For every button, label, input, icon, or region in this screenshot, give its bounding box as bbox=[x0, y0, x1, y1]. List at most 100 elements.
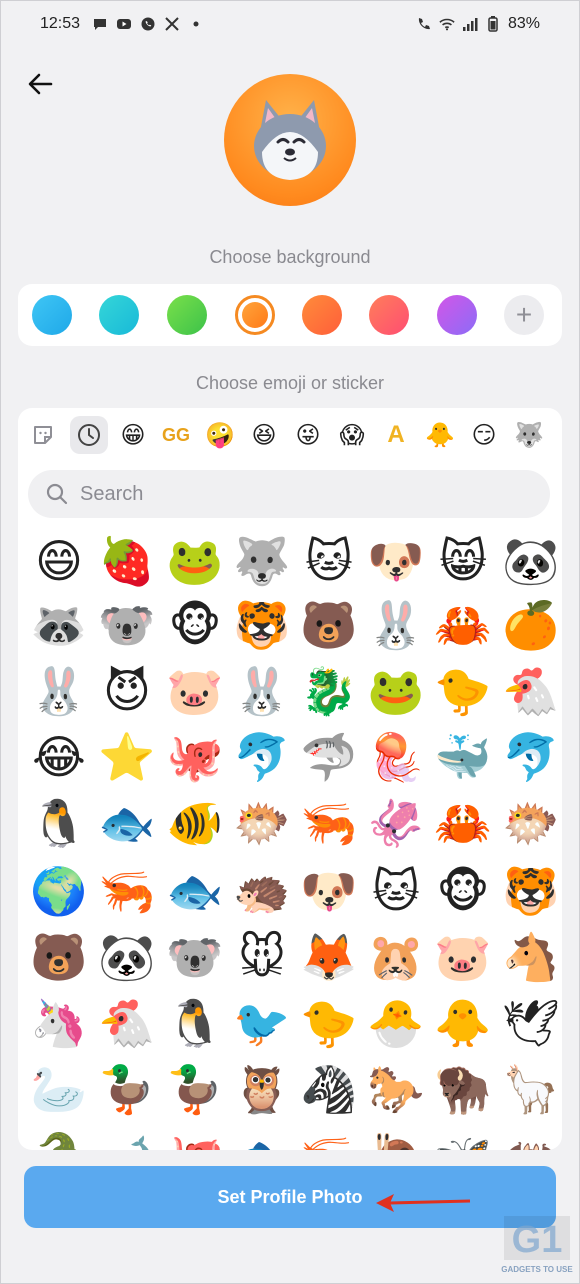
emoji-sticker-item[interactable]: 🐳 bbox=[432, 726, 494, 788]
tab-pack-8[interactable]: 🐥 bbox=[421, 416, 459, 454]
tab-pack-3[interactable]: 🤪 bbox=[201, 416, 239, 454]
emoji-sticker-item[interactable]: 🐷 bbox=[164, 660, 226, 722]
tab-pack-6[interactable]: 😱 bbox=[333, 416, 371, 454]
emoji-sticker-item[interactable]: 🐔 bbox=[96, 992, 158, 1054]
emoji-sticker-item[interactable]: 🐺 bbox=[231, 530, 293, 592]
tab-pack-1[interactable]: 😁 bbox=[114, 416, 152, 454]
emoji-sticker-item[interactable]: 🐧 bbox=[28, 792, 90, 854]
emoji-sticker-item[interactable]: 🦐 bbox=[298, 792, 360, 854]
emoji-sticker-item[interactable]: 🦀 bbox=[432, 792, 494, 854]
emoji-sticker-item[interactable]: 🦊 bbox=[298, 926, 360, 988]
emoji-sticker-item[interactable]: 🐌 bbox=[365, 1126, 427, 1150]
emoji-sticker-item[interactable]: 🦀 bbox=[432, 594, 494, 656]
emoji-sticker-item[interactable]: 😄 bbox=[28, 530, 90, 592]
emoji-sticker-item[interactable]: 🦄 bbox=[28, 992, 90, 1054]
add-background-button[interactable]: + bbox=[504, 295, 544, 335]
emoji-sticker-item[interactable]: 🐎 bbox=[365, 1058, 427, 1120]
emoji-sticker-item[interactable]: 🐣 bbox=[365, 992, 427, 1054]
tab-pack-10[interactable]: 🐺 bbox=[510, 416, 548, 454]
emoji-sticker-item[interactable]: 😂 bbox=[28, 726, 90, 788]
emoji-sticker-item[interactable]: ⭐ bbox=[96, 726, 158, 788]
emoji-sticker-item[interactable]: 🍊 bbox=[500, 594, 562, 656]
emoji-sticker-item[interactable]: 🐔 bbox=[500, 660, 562, 722]
emoji-sticker-item[interactable]: 🐡 bbox=[231, 792, 293, 854]
emoji-sticker-item[interactable]: 🐤 bbox=[298, 992, 360, 1054]
tab-pack-9[interactable]: 😏 bbox=[465, 416, 503, 454]
emoji-sticker-item[interactable]: 🐷 bbox=[432, 926, 494, 988]
emoji-sticker-item[interactable]: 🐤 bbox=[432, 660, 494, 722]
emoji-sticker-item[interactable]: 🐥 bbox=[432, 992, 494, 1054]
emoji-sticker-item[interactable]: 🦐 bbox=[96, 860, 158, 922]
emoji-sticker-item[interactable]: 🐻 bbox=[298, 594, 360, 656]
emoji-sticker-item[interactable]: 🐶 bbox=[365, 530, 427, 592]
emoji-sticker-item[interactable]: 🦓 bbox=[298, 1058, 360, 1120]
emoji-sticker-item[interactable]: 🐟 bbox=[164, 860, 226, 922]
emoji-sticker-item[interactable]: 🐰 bbox=[28, 660, 90, 722]
background-swatch-red-orange[interactable] bbox=[302, 295, 342, 335]
emoji-sticker-item[interactable]: 🍓 bbox=[96, 530, 158, 592]
emoji-sticker-item[interactable]: 🪼 bbox=[365, 726, 427, 788]
emoji-sticker-item[interactable]: 🐦 bbox=[231, 992, 293, 1054]
emoji-sticker-item[interactable]: 🐨 bbox=[164, 926, 226, 988]
emoji-sticker-item[interactable]: 🐻 bbox=[28, 926, 90, 988]
emoji-sticker-item[interactable]: 🦙 bbox=[500, 1058, 562, 1120]
emoji-sticker-item[interactable]: 🐰 bbox=[365, 594, 427, 656]
emoji-sticker-item[interactable]: 🦬 bbox=[432, 1058, 494, 1120]
emoji-sticker-item[interactable]: 🐱 bbox=[365, 860, 427, 922]
emoji-sticker-item[interactable]: 🦝 bbox=[28, 594, 90, 656]
emoji-sticker-item[interactable]: 🐵 bbox=[164, 594, 226, 656]
emoji-sticker-item[interactable]: 🦆 bbox=[96, 1058, 158, 1120]
tab-recent[interactable] bbox=[70, 416, 108, 454]
emoji-sticker-item[interactable]: 🐯 bbox=[231, 594, 293, 656]
tab-pack-4[interactable]: 😆 bbox=[245, 416, 283, 454]
emoji-sticker-item[interactable]: 🕊 bbox=[500, 992, 562, 1054]
tab-stickers[interactable] bbox=[24, 416, 62, 454]
tab-pack-7[interactable]: A bbox=[377, 416, 415, 454]
emoji-sticker-item[interactable]: 🐸 bbox=[164, 530, 226, 592]
background-swatch-cyan[interactable] bbox=[99, 295, 139, 335]
emoji-sticker-item[interactable]: 🐱 bbox=[298, 530, 360, 592]
emoji-sticker-item[interactable]: 😸 bbox=[432, 530, 494, 592]
emoji-sticker-item[interactable]: 🐡 bbox=[500, 792, 562, 854]
emoji-sticker-item[interactable]: 🦔 bbox=[231, 860, 293, 922]
search-input[interactable]: Search bbox=[28, 470, 550, 518]
emoji-sticker-item[interactable]: 🐯 bbox=[500, 860, 562, 922]
emoji-sticker-item[interactable]: 🐶 bbox=[298, 860, 360, 922]
emoji-sticker-item[interactable]: 🐬 bbox=[500, 726, 562, 788]
emoji-sticker-item[interactable]: 🐟 bbox=[231, 1126, 293, 1150]
emoji-sticker-item[interactable]: 🐠 bbox=[164, 792, 226, 854]
background-swatch-purple[interactable] bbox=[437, 295, 477, 335]
emoji-sticker-item[interactable]: 🦉 bbox=[231, 1058, 293, 1120]
emoji-sticker-item[interactable]: 🐵 bbox=[432, 860, 494, 922]
emoji-sticker-item[interactable]: 🐋 bbox=[96, 1126, 158, 1150]
emoji-sticker-item[interactable]: 🦇 bbox=[500, 1126, 562, 1150]
tab-pack-5[interactable]: 😜 bbox=[289, 416, 327, 454]
emoji-sticker-item[interactable]: 🦢 bbox=[28, 1058, 90, 1120]
emoji-sticker-item[interactable]: 🦋 bbox=[432, 1126, 494, 1150]
emoji-sticker-item[interactable]: 🐼 bbox=[500, 530, 562, 592]
emoji-sticker-item[interactable]: 🐨 bbox=[96, 594, 158, 656]
set-profile-photo-button[interactable]: Set Profile Photo bbox=[24, 1166, 556, 1228]
back-button[interactable] bbox=[22, 66, 58, 102]
emoji-sticker-item[interactable]: 🐬 bbox=[231, 726, 293, 788]
emoji-sticker-item[interactable]: 🐟 bbox=[96, 792, 158, 854]
background-swatch-orange-selected[interactable] bbox=[235, 295, 275, 335]
background-swatch-blue[interactable] bbox=[32, 295, 72, 335]
tab-pack-2[interactable]: GG bbox=[157, 416, 195, 454]
emoji-sticker-item[interactable]: 🐹 bbox=[365, 926, 427, 988]
emoji-sticker-item[interactable]: 🐉 bbox=[298, 660, 360, 722]
emoji-sticker-item[interactable]: 🐭 bbox=[231, 926, 293, 988]
background-swatch-pink[interactable] bbox=[369, 295, 409, 335]
emoji-sticker-item[interactable]: 🦈 bbox=[298, 726, 360, 788]
emoji-sticker-item[interactable]: 🐰 bbox=[231, 660, 293, 722]
emoji-sticker-item[interactable]: 🦆 bbox=[164, 1058, 226, 1120]
background-swatch-green[interactable] bbox=[167, 295, 207, 335]
emoji-sticker-item[interactable]: 🐧 bbox=[164, 992, 226, 1054]
emoji-sticker-item[interactable]: 🐼 bbox=[96, 926, 158, 988]
emoji-sticker-item[interactable]: 🦑 bbox=[365, 792, 427, 854]
emoji-sticker-item[interactable]: 🐙 bbox=[164, 1126, 226, 1150]
emoji-sticker-item[interactable]: 🦐 bbox=[298, 1126, 360, 1150]
emoji-sticker-item[interactable]: 🐙 bbox=[164, 726, 226, 788]
emoji-sticker-item[interactable]: 😈 bbox=[96, 660, 158, 722]
emoji-sticker-item[interactable]: 🐸 bbox=[365, 660, 427, 722]
